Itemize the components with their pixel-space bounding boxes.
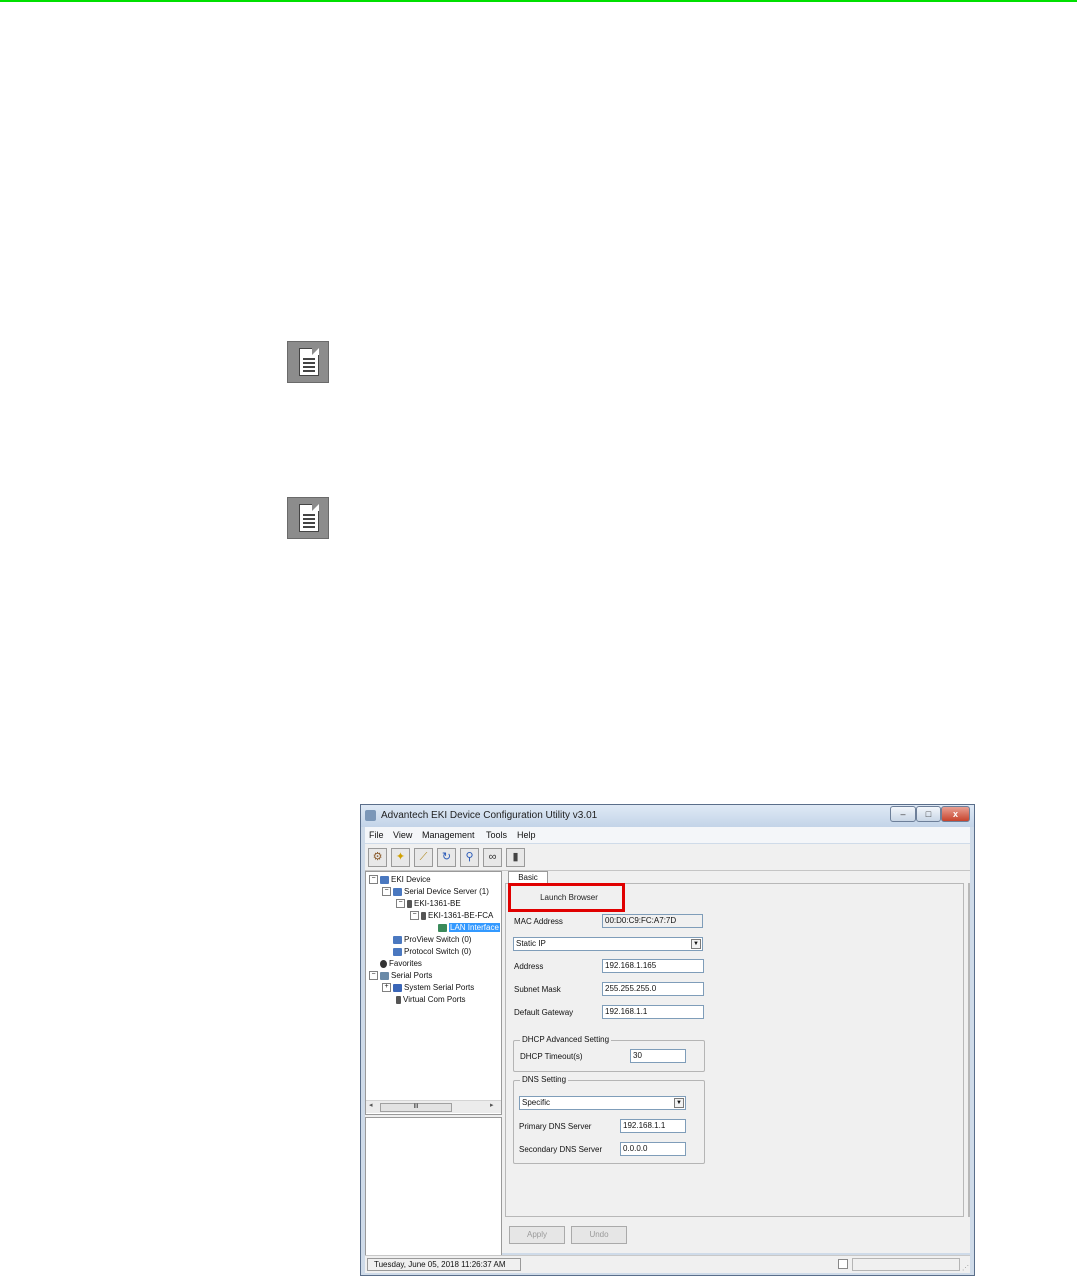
default-gateway-label: Default Gateway [514, 1008, 574, 1017]
device-tree[interactable]: − EKI Device − Serial Device Server (1) − E… [365, 871, 502, 1115]
panel-edge [968, 883, 970, 1217]
collapse-toggle[interactable]: − [369, 971, 378, 981]
network-icon [380, 875, 389, 884]
primary-dns-label: Primary DNS Server [519, 1122, 592, 1131]
launch-browser-highlight [508, 883, 625, 912]
menu-help[interactable]: Help [517, 830, 536, 840]
resize-grip-icon[interactable]: ⋰ [962, 1264, 969, 1272]
secondary-dns-label: Secondary DNS Server [519, 1145, 603, 1154]
broom-icon[interactable]: ⟋ [414, 848, 433, 867]
chevron-down-icon[interactable]: ▼ [674, 1098, 684, 1108]
device-icon[interactable]: ⚙ [368, 848, 387, 867]
device-icon [407, 899, 412, 908]
close-button[interactable]: x [941, 806, 970, 822]
dhcp-group-label: DHCP Advanced Setting [520, 1035, 612, 1044]
tree-item-eki-device[interactable]: − EKI Device [369, 875, 431, 885]
address-label: Address [514, 962, 544, 971]
search-sparkle-icon[interactable]: ✦ [391, 848, 410, 867]
tree-item-lan-interface[interactable]: LAN Interface [438, 923, 500, 933]
device-column-icon[interactable]: ▮ [506, 848, 525, 867]
scroll-thumb[interactable]: III [380, 1103, 452, 1112]
tree-item-proview-switch[interactable]: ProView Switch (0) [393, 935, 471, 945]
device-icon [421, 911, 426, 920]
primary-dns-input[interactable]: 192.168.1.1 [620, 1119, 686, 1133]
lan-icon [438, 923, 447, 932]
menu-management[interactable]: Management [422, 830, 475, 840]
serial-port-icon [380, 971, 389, 980]
app-window: Advantech EKI Device Configuration Utili… [360, 804, 975, 1276]
toolbar: ⚙ ✦ ⟋ ↻ ⚲ ∞ ▮ [365, 844, 970, 871]
tree-item-virtual-com-ports[interactable]: Virtual Com Ports [396, 995, 466, 1005]
client-area: − EKI Device − Serial Device Server (1) − E… [365, 871, 970, 1257]
collapse-toggle[interactable]: − [382, 887, 391, 897]
apply-button[interactable]: Apply [509, 1226, 565, 1244]
com-port-icon [396, 995, 401, 1004]
dns-group-label: DNS Setting [520, 1075, 569, 1084]
scroll-left-icon[interactable]: ◂ [369, 1101, 373, 1109]
binoculars-icon[interactable]: ∞ [483, 848, 502, 867]
collapse-toggle[interactable]: − [410, 911, 419, 921]
chevron-down-icon[interactable]: ▼ [691, 939, 701, 949]
page-top-rule [0, 0, 1077, 2]
window-title: Advantech EKI Device Configuration Utili… [381, 810, 598, 821]
ip-mode-select[interactable]: Static IP ▼ [513, 937, 703, 951]
status-checkbox[interactable] [838, 1259, 848, 1269]
network-icon [393, 935, 402, 944]
tree-item-eki-1361-be-fca[interactable]: − EKI-1361-BE-FCA [410, 911, 493, 921]
mac-address-label: MAC Address [514, 917, 563, 926]
subnet-mask-input[interactable]: 255.255.255.0 [602, 982, 704, 996]
scroll-right-icon[interactable]: ▸ [490, 1101, 494, 1109]
note-icon [287, 497, 329, 539]
status-datetime: Tuesday, June 05, 2018 11:26:37 AM [367, 1258, 521, 1271]
collapse-toggle[interactable]: − [396, 899, 405, 909]
status-bar: Tuesday, June 05, 2018 11:26:37 AM ⋰ [365, 1255, 970, 1273]
menu-file[interactable]: File [369, 830, 384, 840]
tree-item-protocol-switch[interactable]: Protocol Switch (0) [393, 947, 471, 957]
dns-mode-select[interactable]: Specific ▼ [519, 1096, 686, 1110]
info-pane [365, 1117, 502, 1257]
tree-item-serial-ports[interactable]: − Serial Ports [369, 971, 432, 981]
undo-button[interactable]: Undo [571, 1226, 627, 1244]
collapse-toggle[interactable]: − [369, 875, 378, 885]
tree-item-serial-device-server[interactable]: − Serial Device Server (1) [382, 887, 489, 897]
default-gateway-input[interactable]: 192.168.1.1 [602, 1005, 704, 1019]
subnet-mask-label: Subnet Mask [514, 985, 561, 994]
serial-port-icon [393, 983, 402, 992]
secondary-dns-input[interactable]: 0.0.0.0 [620, 1142, 686, 1156]
maximize-button[interactable]: □ [916, 806, 941, 822]
dhcp-timeout-label: DHCP Timeout(s) [520, 1052, 583, 1061]
tree-item-favorites[interactable]: Favorites [380, 959, 422, 969]
mac-address-field: 00:D0:C9:FC:A7:7D [602, 914, 703, 928]
tree-item-eki-1361-be[interactable]: − EKI-1361-BE [396, 899, 461, 909]
menu-bar: File View Management Tools Help [365, 827, 970, 843]
note-icon [287, 341, 329, 383]
dhcp-timeout-input[interactable]: 30 [630, 1049, 686, 1063]
address-input[interactable]: 192.168.1.165 [602, 959, 704, 973]
network-icon [393, 947, 402, 956]
tree-item-system-serial-ports[interactable]: + System Serial Ports [382, 983, 474, 993]
magnifier-icon[interactable]: ⚲ [460, 848, 479, 867]
dns-setting-group: DNS Setting Specific ▼ Primary DNS Serve… [513, 1075, 705, 1164]
menu-view[interactable]: View [393, 830, 412, 840]
status-progress [852, 1258, 960, 1271]
tree-horizontal-scrollbar[interactable]: ◂ III ▸ [366, 1100, 501, 1113]
network-icon [393, 887, 402, 896]
favorites-icon [380, 959, 387, 968]
refresh-icon[interactable]: ↻ [437, 848, 456, 867]
app-icon [365, 810, 376, 821]
minimize-button[interactable]: – [890, 806, 916, 822]
menu-tools[interactable]: Tools [486, 830, 507, 840]
title-bar: Advantech EKI Device Configuration Utili… [361, 805, 974, 827]
expand-toggle[interactable]: + [382, 983, 391, 993]
dhcp-advanced-group: DHCP Advanced Setting DHCP Timeout(s) 30 [513, 1035, 705, 1072]
